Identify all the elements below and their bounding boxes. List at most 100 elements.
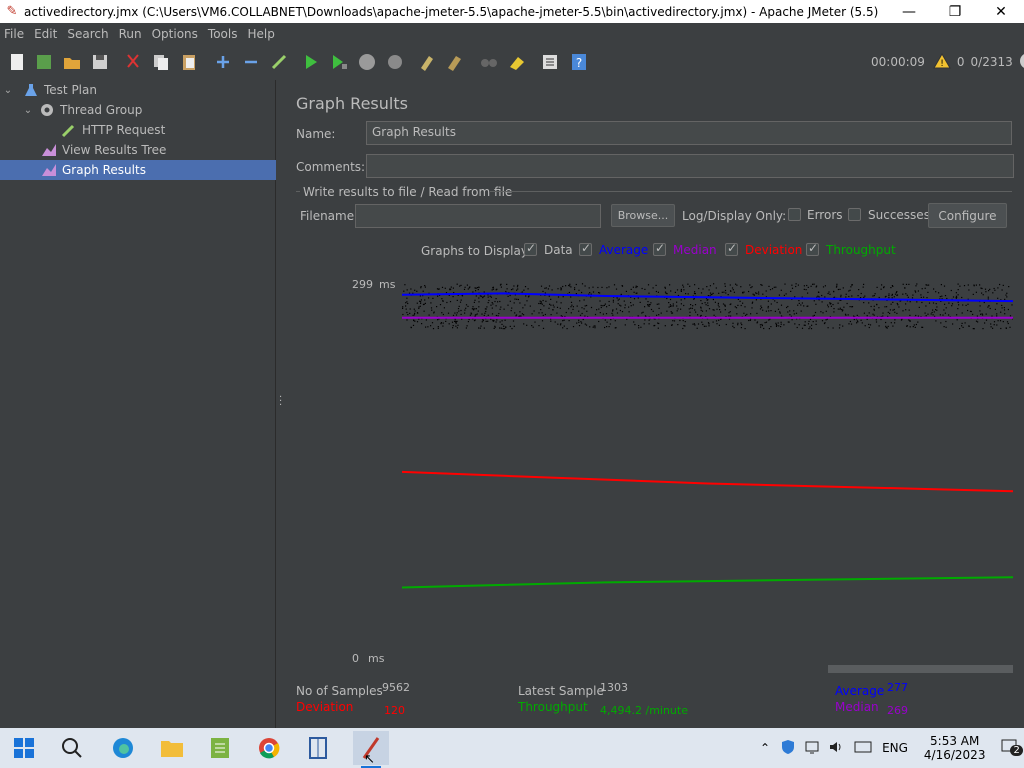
expand-icon[interactable] [212, 51, 234, 73]
clock-date: 4/16/2023 [923, 748, 986, 762]
menu-file[interactable]: File [0, 27, 30, 41]
remote-status-icon [1019, 52, 1024, 73]
data-sample-points [402, 283, 1013, 330]
latest-sample-value: 1303 [600, 681, 628, 694]
latest-sample-label: Latest Sample [518, 684, 604, 698]
menu-tools[interactable]: Tools [204, 27, 244, 41]
network-icon[interactable] [804, 739, 820, 758]
notification-count: 2 [1010, 744, 1023, 756]
help-icon[interactable]: ? [568, 51, 590, 73]
tree-item-graph-results[interactable]: Graph Results [40, 160, 146, 180]
deviation-checkbox[interactable] [725, 241, 738, 256]
save-icon[interactable] [89, 51, 111, 73]
function-helper-icon[interactable] [539, 51, 561, 73]
configure-button[interactable]: Configure [928, 203, 1007, 228]
log-display-label: Log/Display Only: [682, 209, 787, 223]
collapse-arrow-icon[interactable]: ⌄ [22, 105, 34, 116]
warning-icon[interactable]: ! [933, 52, 951, 72]
tree-item-view-results-tree[interactable]: View Results Tree [40, 140, 166, 160]
errors-label: Errors [807, 208, 843, 222]
mouse-cursor-icon: ↖ [364, 752, 375, 767]
templates-icon[interactable] [33, 51, 55, 73]
filename-field[interactable] [355, 204, 601, 228]
security-shield-icon[interactable] [780, 739, 796, 758]
search-icon[interactable] [478, 51, 500, 73]
paste-icon[interactable] [178, 51, 200, 73]
close-button[interactable]: ✕ [978, 0, 1024, 23]
reader-app-icon[interactable] [304, 734, 332, 762]
y-unit-top-label: ms [379, 278, 396, 291]
chart-listener-icon [40, 142, 58, 158]
language-indicator[interactable]: ENG [882, 741, 908, 755]
clock[interactable]: 5:53 AM 4/16/2023 [924, 734, 986, 762]
throughput-option-label: Throughput [826, 243, 896, 257]
minimize-button[interactable]: — [886, 0, 932, 23]
comments-field[interactable] [366, 154, 1014, 178]
fieldset-border [296, 191, 300, 192]
window-title: activedirectory.jmx (C:\Users\VM6.COLLAB… [24, 4, 879, 19]
menu-options[interactable]: Options [148, 27, 204, 41]
menu-help[interactable]: Help [243, 27, 280, 41]
median-stat-label: Median [835, 700, 879, 714]
thread-count: 0/2313 [970, 55, 1013, 69]
menu-run[interactable]: Run [115, 27, 148, 41]
throughput-stat-label: Throughput [518, 700, 588, 714]
tree-item-test-plan[interactable]: ⌄ Test Plan [2, 80, 97, 100]
chevron-up-icon[interactable]: ⌃ [760, 741, 770, 755]
cut-icon[interactable] [122, 51, 144, 73]
y-max-tick-label: 299 [352, 278, 373, 291]
start-menu-icon[interactable] [10, 734, 38, 762]
average-stat-value: 277 [887, 681, 908, 694]
file-explorer-icon[interactable] [158, 734, 186, 762]
data-checkbox[interactable] [524, 241, 537, 256]
filename-label: Filename [300, 209, 355, 223]
pipette-icon [60, 122, 78, 138]
warning-count: 0 [956, 55, 965, 69]
average-checkbox[interactable] [579, 241, 592, 256]
tree-item-label: View Results Tree [62, 143, 167, 157]
start-icon[interactable] [300, 51, 322, 73]
menu-search[interactable]: Search [63, 27, 114, 41]
open-icon[interactable] [61, 51, 83, 73]
successes-checkbox[interactable] [848, 208, 861, 221]
file-group-label: Write results to file / Read from file [303, 185, 513, 199]
splitter-handle[interactable]: · · · [277, 80, 285, 728]
median-checkbox[interactable] [653, 241, 666, 256]
edge-browser-icon[interactable] [109, 734, 137, 762]
browse-button[interactable]: Browse... [611, 204, 675, 227]
search-icon[interactable] [58, 734, 86, 762]
new-icon[interactable] [6, 51, 28, 73]
series-line-throughput [402, 576, 1013, 589]
clock-time: 5:53 AM [930, 734, 980, 748]
maximize-button[interactable]: ❐ [932, 0, 978, 23]
toggle-icon[interactable] [268, 51, 290, 73]
y-min-tick-label: 0 [352, 652, 359, 665]
average-stat-label: Average [835, 684, 885, 698]
name-field[interactable]: Graph Results [366, 121, 1012, 145]
shutdown-icon[interactable] [384, 51, 406, 73]
name-label: Name: [296, 127, 336, 141]
start-no-pauses-icon[interactable] [328, 51, 350, 73]
horizontal-scrollbar[interactable] [828, 665, 1013, 673]
keyboard-icon[interactable] [854, 740, 872, 757]
median-stat-value: 269 [887, 704, 908, 717]
collapse-icon[interactable] [240, 51, 262, 73]
tree-item-http-request[interactable]: HTTP Request [60, 120, 165, 140]
notepad-icon[interactable] [206, 734, 234, 762]
volume-icon[interactable] [828, 739, 844, 758]
stop-icon[interactable] [356, 51, 378, 73]
copy-icon[interactable] [150, 51, 172, 73]
errors-checkbox[interactable] [788, 208, 801, 221]
throughput-checkbox[interactable] [806, 241, 819, 256]
tree-item-thread-group[interactable]: ⌄ Thread Group [22, 100, 143, 120]
tree-item-label: Thread Group [60, 103, 143, 117]
reset-search-icon[interactable] [506, 51, 528, 73]
chrome-browser-icon[interactable] [255, 734, 283, 762]
svg-text:?: ? [576, 56, 582, 70]
clear-icon[interactable] [416, 51, 438, 73]
collapse-arrow-icon[interactable]: ⌄ [2, 85, 14, 96]
notification-icon[interactable]: 2 [1001, 739, 1023, 758]
clear-all-icon[interactable] [444, 51, 466, 73]
windows-taskbar: ⌃ ENG 5:53 AM 4/16/2023 2 ↖ [0, 728, 1024, 768]
menu-edit[interactable]: Edit [30, 27, 63, 41]
